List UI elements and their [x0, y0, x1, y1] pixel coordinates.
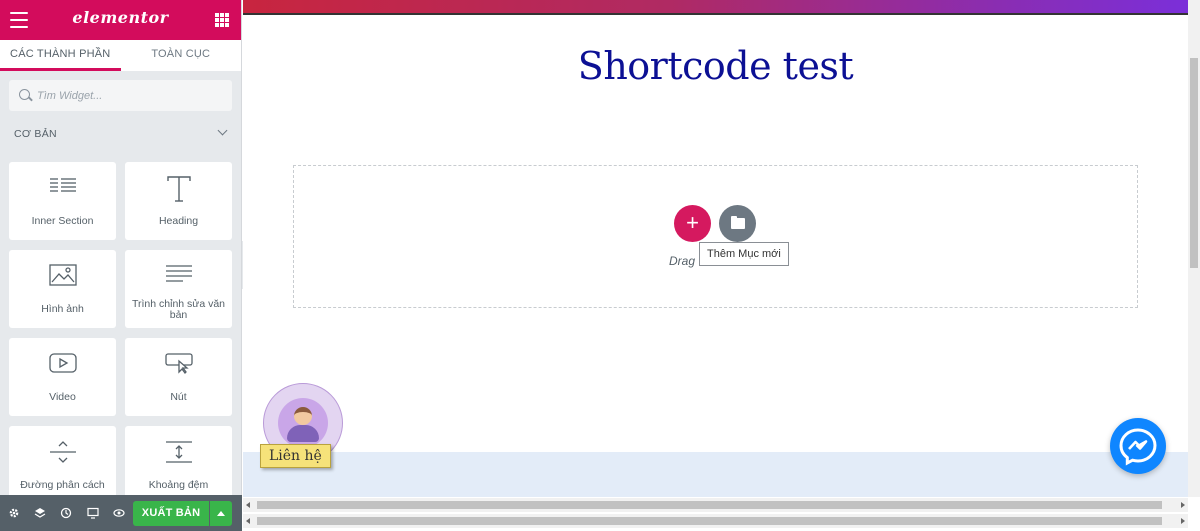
horizontal-scrollbar[interactable]	[243, 514, 1188, 528]
add-section-button[interactable]: +	[674, 205, 711, 242]
history-icon[interactable]	[60, 507, 72, 519]
elementor-logo: elementor	[72, 8, 169, 27]
messenger-icon	[1119, 428, 1157, 466]
widget-label: Hình ảnh	[41, 303, 84, 315]
tab-global[interactable]: TOÀN CỤC	[121, 40, 242, 71]
drag-hint-text: Drag	[669, 254, 696, 268]
widget-text-editor[interactable]: Trình chỉnh sửa văn bản	[125, 250, 232, 328]
widget-spacer[interactable]: Khoảng đệm	[125, 426, 232, 504]
widget-search	[9, 80, 232, 111]
panel-footer: XUẤT BẢN	[0, 495, 242, 531]
widget-inner-section[interactable]: Inner Section	[9, 162, 116, 240]
footer-section	[243, 452, 1188, 497]
category-basic[interactable]: CƠ BẢN	[0, 111, 241, 155]
preview-eye-icon[interactable]	[113, 507, 125, 519]
navigator-icon[interactable]	[34, 507, 46, 519]
spacer-icon	[125, 440, 232, 466]
widget-label: Khoảng đệm	[148, 479, 209, 491]
avatar	[278, 398, 328, 448]
add-template-button[interactable]	[719, 205, 756, 242]
horizontal-scrollbars	[243, 497, 1188, 531]
publish-button[interactable]: XUẤT BẢN	[133, 501, 209, 526]
widget-button[interactable]: Nút	[125, 338, 232, 416]
widget-label: Đường phân cách	[20, 479, 105, 491]
text-editor-icon	[125, 264, 232, 290]
widgets-grid-icon[interactable]	[215, 13, 229, 27]
widget-image[interactable]: Hình ảnh	[9, 250, 116, 328]
widget-label: Inner Section	[31, 215, 94, 227]
responsive-icon[interactable]	[87, 507, 99, 519]
heading-icon	[125, 176, 232, 202]
widget-label: Trình chỉnh sửa văn bản	[131, 298, 226, 321]
image-icon	[9, 264, 116, 290]
search-icon	[19, 89, 30, 100]
widget-label: Nút	[170, 391, 187, 403]
button-icon	[125, 352, 232, 378]
contact-label[interactable]: Liên hệ	[260, 444, 331, 468]
widget-video[interactable]: Video	[9, 338, 116, 416]
widget-panel: elementor CÁC THÀNH PHẦN TOÀN CỤC CƠ BẢN…	[0, 0, 242, 531]
inner-section-icon	[9, 176, 116, 202]
horizontal-scrollbar[interactable]	[243, 498, 1188, 512]
elementor-editor: elementor CÁC THÀNH PHẦN TOÀN CỤC CƠ BẢN…	[0, 0, 1200, 531]
vertical-scrollbar[interactable]	[1188, 0, 1200, 497]
publish-options-button[interactable]	[210, 501, 232, 526]
tab-elements[interactable]: CÁC THÀNH PHẦN	[0, 40, 121, 71]
video-icon	[9, 352, 116, 378]
folder-icon	[731, 216, 745, 229]
page-title[interactable]: Shortcode test	[243, 44, 1188, 88]
add-section-dropzone[interactable]	[293, 165, 1138, 308]
widget-label: Video	[49, 391, 76, 403]
widget-grid: Inner Section Heading Hình ảnh Trình chỉ…	[9, 162, 232, 504]
category-title: CƠ BẢN	[14, 128, 57, 140]
site-header-bar	[243, 0, 1188, 15]
widget-divider[interactable]: Đường phân cách	[9, 426, 116, 504]
panel-header: elementor	[0, 0, 241, 40]
settings-icon[interactable]	[8, 507, 20, 519]
add-section-tooltip: Thêm Mục mới	[699, 242, 789, 266]
widget-search-input[interactable]	[9, 80, 232, 111]
messenger-chat-button[interactable]	[1110, 418, 1166, 474]
widget-heading[interactable]: Heading	[125, 162, 232, 240]
preview-canvas: Shortcode test + Drag Thêm Mục mới Liên …	[243, 0, 1188, 497]
panel-tabs: CÁC THÀNH PHẦN TOÀN CỤC	[0, 40, 241, 71]
chevron-down-icon	[217, 125, 228, 136]
divider-icon	[9, 440, 116, 466]
widget-label: Heading	[158, 215, 199, 227]
